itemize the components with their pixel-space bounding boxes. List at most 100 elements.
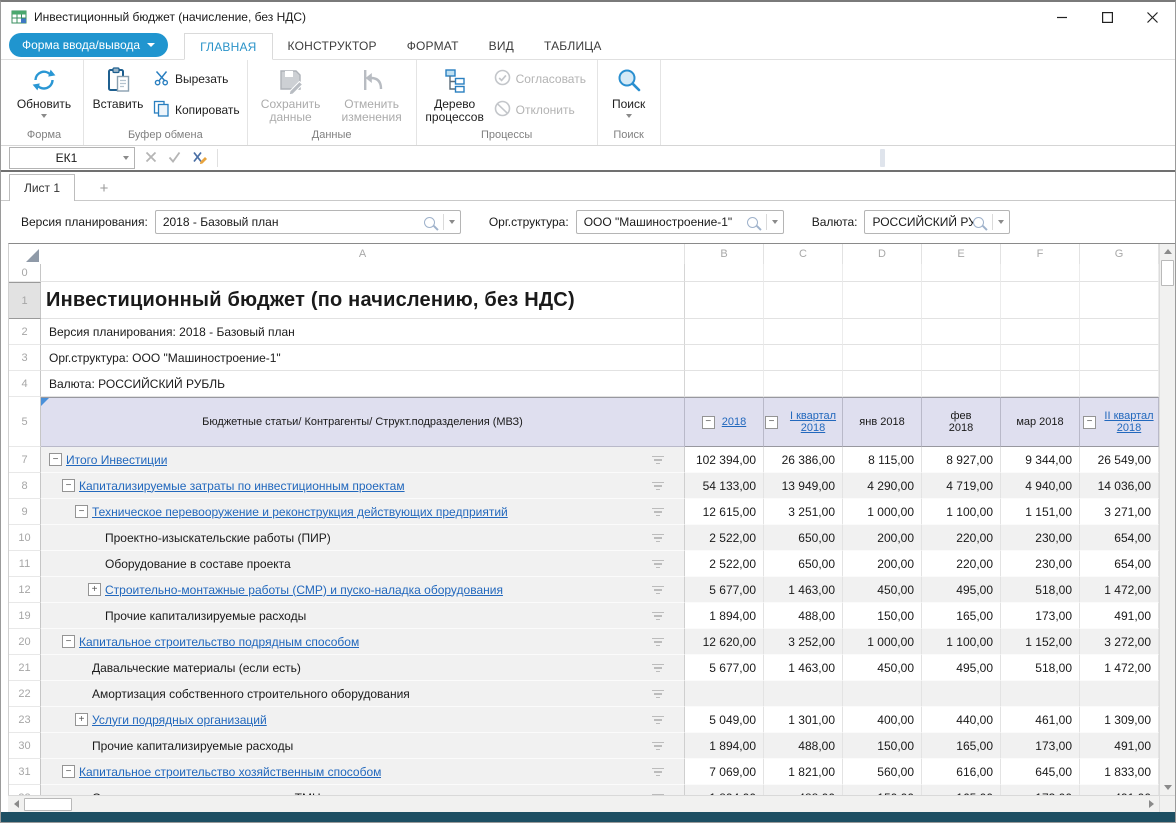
filter-icon[interactable] bbox=[652, 534, 664, 543]
filter-icon[interactable] bbox=[652, 794, 664, 796]
ribbon-tab-1[interactable]: КОНСТРУКТОР bbox=[273, 33, 392, 59]
period-column-header-4[interactable]: мар 2018 bbox=[1001, 397, 1080, 447]
value-cell[interactable]: 488,00 bbox=[764, 785, 843, 795]
info-cell[interactable]: Версия планирования: 2018 - Базовый план bbox=[41, 319, 685, 345]
period-column-header-0[interactable]: −2018 bbox=[685, 397, 764, 447]
value-cell[interactable]: 173,00 bbox=[1001, 785, 1080, 795]
value-cell[interactable]: 14 036,00 bbox=[1080, 473, 1159, 499]
info-cell[interactable]: Орг.структура: ООО "Машиностроение-1" bbox=[41, 345, 685, 371]
filter-icon[interactable] bbox=[652, 664, 664, 673]
value-cell[interactable] bbox=[1080, 681, 1159, 707]
ribbon-tab-0[interactable]: ГЛАВНАЯ bbox=[184, 33, 272, 60]
row-number-31[interactable]: 31 bbox=[9, 759, 41, 785]
grid-cell[interactable] bbox=[764, 345, 843, 371]
minimize-button[interactable] bbox=[1040, 2, 1085, 32]
formula-input[interactable] bbox=[218, 146, 878, 170]
filter-icon[interactable] bbox=[652, 482, 664, 491]
value-cell[interactable]: 1 894,00 bbox=[685, 785, 764, 795]
grid-cell[interactable] bbox=[922, 345, 1001, 371]
value-cell[interactable]: 1 894,00 bbox=[685, 733, 764, 759]
row-number-21[interactable]: 21 bbox=[9, 655, 41, 681]
ribbon-tab-2[interactable]: ФОРМАТ bbox=[392, 33, 474, 59]
grid-cell[interactable] bbox=[1080, 282, 1159, 319]
value-cell[interactable]: 1 472,00 bbox=[1080, 655, 1159, 681]
value-cell[interactable]: 3 271,00 bbox=[1080, 499, 1159, 525]
value-cell[interactable]: 173,00 bbox=[1001, 733, 1080, 759]
row-number-8[interactable]: 8 bbox=[9, 473, 41, 499]
info-cell[interactable]: Валюта: РОССИЙСКИЙ РУБЛЬ bbox=[41, 371, 685, 397]
value-cell[interactable]: 26 549,00 bbox=[1080, 447, 1159, 473]
io-form-button[interactable]: Форма ввода/вывода bbox=[9, 33, 168, 57]
value-cell[interactable]: 488,00 bbox=[764, 603, 843, 629]
filter-icon[interactable] bbox=[652, 612, 664, 621]
filter-icon[interactable] bbox=[652, 456, 664, 465]
approve-button[interactable]: Согласовать bbox=[490, 68, 594, 90]
info-cell[interactable]: Инвестиционный бюджет (по начислению, бе… bbox=[41, 282, 685, 319]
period-column-header-5[interactable]: −II квартал 2018 bbox=[1080, 397, 1159, 447]
column-header-B[interactable]: B bbox=[685, 244, 764, 264]
value-cell[interactable]: 220,00 bbox=[922, 551, 1001, 577]
value-cell[interactable]: 4 290,00 bbox=[843, 473, 922, 499]
value-cell[interactable]: 150,00 bbox=[843, 785, 922, 795]
collapse-button[interactable]: − bbox=[765, 416, 778, 429]
horizontal-scroll-thumb[interactable] bbox=[24, 798, 72, 811]
grid-cell[interactable] bbox=[922, 282, 1001, 319]
budget-items-header[interactable]: Бюджетные статьи/ Контрагенты/ Структ.по… bbox=[41, 397, 685, 447]
value-cell[interactable]: 1 151,00 bbox=[1001, 499, 1080, 525]
budget-item-label[interactable]: Строительно-монтажные работы (СМР) и пус… bbox=[105, 583, 503, 597]
grid-cell[interactable] bbox=[1001, 319, 1080, 345]
value-cell[interactable]: 5 677,00 bbox=[685, 577, 764, 603]
budget-item-cell[interactable]: Прочие капитализируемые расходы bbox=[41, 733, 685, 759]
ribbon-tab-3[interactable]: ВИД bbox=[474, 33, 529, 59]
copy-button[interactable]: Копировать bbox=[149, 99, 244, 121]
value-cell[interactable]: 400,00 bbox=[843, 707, 922, 733]
row-number-1[interactable]: 1 bbox=[9, 282, 41, 319]
value-cell[interactable]: 1 463,00 bbox=[764, 655, 843, 681]
row-number-4[interactable]: 4 bbox=[9, 371, 41, 397]
expand-button[interactable]: + bbox=[88, 583, 101, 596]
value-cell[interactable]: 12 615,00 bbox=[685, 499, 764, 525]
row-number-32[interactable]: 32 bbox=[9, 785, 41, 795]
value-cell[interactable] bbox=[685, 681, 764, 707]
cell-reference-box[interactable]: ЕК1 bbox=[9, 147, 135, 169]
ribbon-tab-4[interactable]: ТАБЛИЦА bbox=[529, 33, 617, 59]
budget-item-cell[interactable]: −Итого Инвестиции bbox=[41, 447, 685, 473]
grid-cell[interactable] bbox=[1080, 371, 1159, 397]
value-cell[interactable]: 230,00 bbox=[1001, 525, 1080, 551]
info-cell[interactable] bbox=[41, 264, 685, 282]
value-cell[interactable]: 26 386,00 bbox=[764, 447, 843, 473]
scroll-up-button[interactable] bbox=[1160, 244, 1175, 259]
chevron-down-icon[interactable] bbox=[772, 220, 778, 224]
value-cell[interactable]: 3 251,00 bbox=[764, 499, 843, 525]
grid-cell[interactable] bbox=[843, 319, 922, 345]
period-column-header-2[interactable]: янв 2018 bbox=[843, 397, 922, 447]
row-number-11[interactable]: 11 bbox=[9, 551, 41, 577]
formula-bar-splitter[interactable] bbox=[880, 149, 885, 167]
filter-icon[interactable] bbox=[652, 586, 664, 595]
value-cell[interactable]: 9 344,00 bbox=[1001, 447, 1080, 473]
value-cell[interactable]: 165,00 bbox=[922, 785, 1001, 795]
value-cell[interactable]: 1 472,00 bbox=[1080, 577, 1159, 603]
budget-item-cell[interactable]: −Капитальное строительство подрядным спо… bbox=[41, 629, 685, 655]
value-cell[interactable]: 5 049,00 bbox=[685, 707, 764, 733]
grid-cell[interactable] bbox=[1001, 345, 1080, 371]
period-label[interactable]: 2018 bbox=[722, 416, 746, 428]
column-header-F[interactable]: F bbox=[1001, 244, 1080, 264]
value-cell[interactable]: 3 272,00 bbox=[1080, 629, 1159, 655]
grid-cell[interactable] bbox=[764, 264, 843, 282]
column-header-C[interactable]: C bbox=[764, 244, 843, 264]
chevron-down-icon[interactable] bbox=[998, 220, 1004, 224]
value-cell[interactable]: 1 000,00 bbox=[843, 499, 922, 525]
value-cell[interactable]: 654,00 bbox=[1080, 525, 1159, 551]
grid-cell[interactable] bbox=[764, 319, 843, 345]
row-number-9[interactable]: 9 bbox=[9, 499, 41, 525]
paste-button[interactable]: Вставить bbox=[87, 63, 149, 111]
value-cell[interactable]: 1 309,00 bbox=[1080, 707, 1159, 733]
row-number-20[interactable]: 20 bbox=[9, 629, 41, 655]
value-cell[interactable]: 1 463,00 bbox=[764, 577, 843, 603]
add-sheet-button[interactable]: + bbox=[95, 181, 113, 196]
value-cell[interactable]: 173,00 bbox=[1001, 603, 1080, 629]
row-number-5[interactable]: 5 bbox=[9, 397, 41, 447]
row-number-12[interactable]: 12 bbox=[9, 577, 41, 603]
value-cell[interactable]: 440,00 bbox=[922, 707, 1001, 733]
